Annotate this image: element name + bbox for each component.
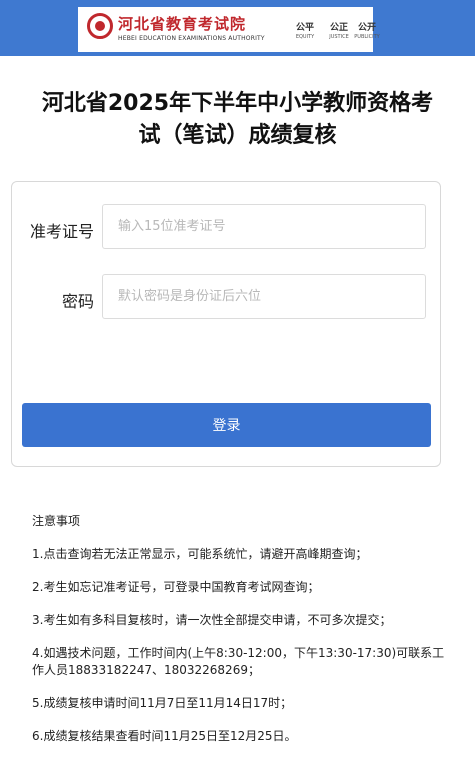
note-item: 1.点击查询若无法正常显示，可能系统忙，请避开高峰期查询； — [32, 547, 368, 561]
notes-heading: 注意事项 — [32, 514, 81, 528]
page-title-line2: 试（笔试）成绩复核 — [138, 123, 337, 148]
motto-publicity: 公开 PUBLICITY — [350, 22, 384, 41]
exam-id-input[interactable] — [102, 204, 426, 249]
authority-name-en: HEBEI EDUCATION EXAMINATIONS AUTHORITY — [118, 35, 265, 42]
password-label: 密码 — [61, 292, 94, 311]
page-title-line1: 河北省2025年下半年中小学教师资格考 — [41, 91, 434, 116]
notes-section: 注意事项 1.点击查询若无法正常显示，可能系统忙，请避开高峰期查询； 2.考生如… — [32, 513, 452, 761]
motto-equity: 公平 EQUITY — [288, 22, 322, 41]
authority-seal-icon — [87, 13, 113, 39]
motto-equity-cn: 公平 — [295, 23, 314, 33]
note-item: 6.成绩复核结果查看时间11月25日至12月25日。 — [32, 729, 297, 743]
login-form: 准考证号 密码 登录 — [11, 181, 441, 467]
note-item: 5.成绩复核申请时间11月7日至11月14日17时； — [32, 696, 293, 710]
page-title: 河北省2025年下半年中小学教师资格考 试（笔试）成绩复核 — [0, 88, 475, 152]
motto-publicity-cn: 公开 — [357, 23, 376, 33]
note-item: 2.考生如忘记准考证号，可登录中国教育考试网查询； — [32, 580, 320, 594]
motto-publicity-en: PUBLICITY — [354, 34, 380, 40]
exam-id-label: 准考证号 — [29, 222, 94, 241]
note-item: 3.考生如有多科目复核时，请一次性全部提交申请，不可多次提交； — [32, 613, 392, 627]
header-banner: 河北省教育考试院 HEBEI EDUCATION EXAMINATIONS AU… — [78, 7, 380, 52]
header-bar: 河北省教育考试院 HEBEI EDUCATION EXAMINATIONS AU… — [0, 0, 475, 56]
password-input[interactable] — [102, 274, 426, 319]
authority-name: 河北省教育考试院 — [118, 15, 247, 33]
login-button[interactable]: 登录 — [22, 403, 431, 447]
note-item: 4.如遇技术问题，工作时间内(上午8:30-12:00，下午13:30-17:3… — [32, 646, 445, 677]
motto-equity-en: EQUITY — [295, 34, 315, 40]
